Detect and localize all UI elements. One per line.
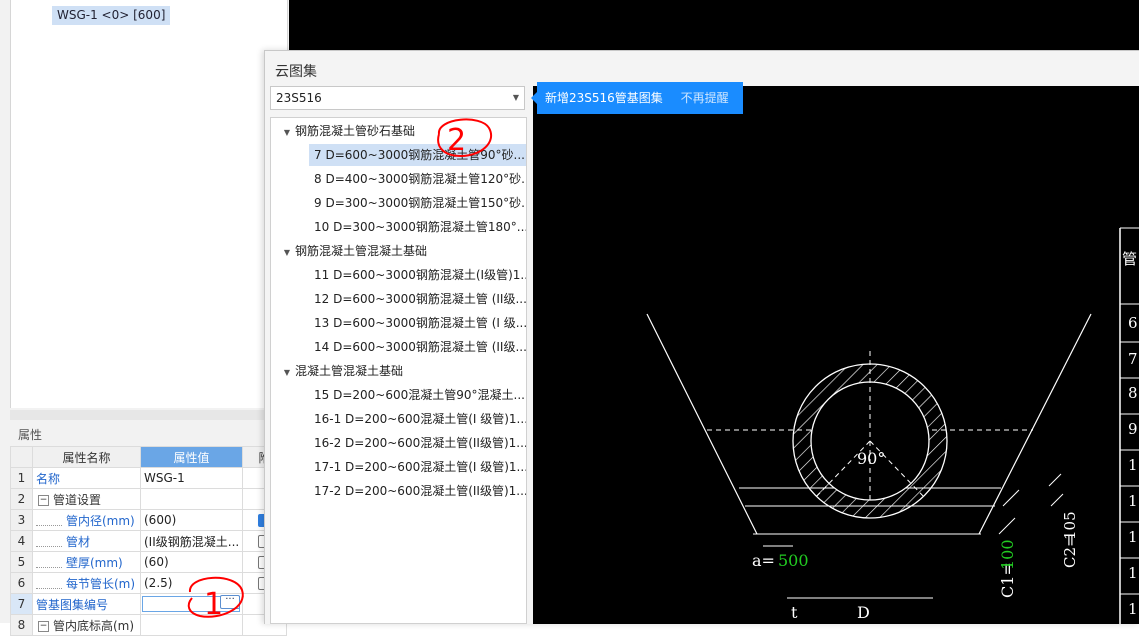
tree-item[interactable]: 11 D=600~3000钢筋混凝土(I级管)1...	[309, 264, 526, 286]
property-value[interactable]: (II级钢筋混凝土...	[140, 530, 243, 552]
expand-triangle-icon[interactable]: ▼	[281, 362, 293, 384]
property-row[interactable]: 3 管内径(mm) (600)	[10, 509, 287, 531]
tree-item[interactable]: 8 D=400~3000钢筋混凝土管120°砂...	[309, 168, 526, 190]
collapse-icon[interactable]: −	[38, 494, 49, 506]
expand-triangle-icon[interactable]: ▼	[281, 242, 293, 264]
row-number: 5	[10, 551, 33, 573]
row-number: 8	[10, 614, 33, 636]
table-cell: 7	[1128, 350, 1138, 368]
pipe-tree: WSG-1 <0> [600]	[10, 0, 288, 408]
tree-item[interactable]: 9 D=300~3000钢筋混凝土管150°砂...	[309, 192, 526, 214]
property-row[interactable]: 1 名称 WSG-1	[10, 467, 287, 489]
table-cell: 1	[1128, 600, 1138, 618]
dialog-title: 云图集	[275, 64, 317, 80]
atlas-select[interactable]: 23S516 ▼	[270, 86, 525, 110]
property-value[interactable]	[140, 488, 243, 510]
header-property-name: 属性名称	[32, 446, 141, 468]
annotation-text-2: 2	[447, 123, 466, 158]
tree-group-3[interactable]: ▼ 混凝土管混凝土基础	[271, 360, 403, 382]
annotation-mark-1: 1	[187, 576, 244, 622]
property-name: 管道设置	[53, 492, 102, 507]
collapse-icon[interactable]: −	[38, 620, 49, 632]
tree-node-wsg-1[interactable]: WSG-1 <0> [600]	[52, 6, 171, 25]
expand-triangle-icon[interactable]: ▼	[281, 122, 293, 144]
table-cell: 1	[1128, 564, 1138, 582]
tree-item[interactable]: 15 D=200~600混凝土管90°混凝土...	[309, 384, 526, 406]
table-cell: 9	[1128, 420, 1138, 438]
left-panel: WSG-1 <0> [600] 属性 属性名称 属性值 附 1 名称 WSG-1…	[0, 0, 289, 636]
property-name: 每节管长(m)	[66, 576, 136, 591]
a-value: 500	[778, 551, 809, 570]
property-name: 管内径(mm)	[66, 513, 135, 528]
property-name: 管内底标高(m)	[53, 618, 135, 633]
d-label: D	[857, 603, 870, 622]
row-number: 6	[10, 572, 33, 594]
a-label: a=	[752, 551, 775, 570]
table-cell: 1	[1128, 492, 1138, 510]
property-row[interactable]: 2 − 管道设置	[10, 488, 287, 510]
cad-background	[289, 0, 1139, 50]
property-name: 管基图集编号	[32, 593, 141, 615]
c2-value: 105	[1061, 511, 1079, 540]
tree-item[interactable]: 17-1 D=200~600混凝土管(I 级管)1...	[309, 456, 526, 478]
header-property-value: 属性值	[140, 446, 243, 468]
table-header: 管	[1122, 250, 1137, 268]
table-cell: 1	[1128, 456, 1138, 474]
atlas-tree: ▼ 钢筋混凝土管砂石基础 7 D=600~3000钢筋混凝土管90°砂... 8 …	[270, 117, 527, 624]
property-row[interactable]: 4 管材 (II级钢筋混凝土...	[10, 530, 287, 552]
tree-item[interactable]: 13 D=600~3000钢筋混凝土管 (I 级...	[309, 312, 526, 334]
properties-title: 属性	[10, 424, 286, 446]
tree-item[interactable]: 12 D=600~3000钢筋混凝土管 (II级...	[309, 288, 526, 310]
tree-group-label: 钢筋混凝土管砂石基础	[295, 124, 416, 138]
notice-text: 新增23S516管基图集	[545, 91, 663, 105]
tree-group-label: 混凝土管混凝土基础	[295, 364, 404, 378]
panel-splitter[interactable]	[10, 410, 286, 420]
cloud-atlas-dialog: 云图集 23S516 ▼ ▼ 钢筋混凝土管砂石基础 7 D=600~3000钢筋混…	[264, 50, 1139, 624]
c1-value: 100	[998, 539, 1017, 570]
tree-item[interactable]: 16-1 D=200~600混凝土管(I 级管)1...	[309, 408, 526, 430]
annotation-mark-2: 2	[437, 118, 492, 158]
cad-preview[interactable]: 90° C1= 100 C2= 105 a= 500 t D 管 6 7 8 9…	[533, 86, 1139, 624]
dont-remind-button[interactable]: 不再提醒	[681, 91, 729, 105]
new-atlas-notice: 新增23S516管基图集 不再提醒	[531, 82, 743, 114]
row-number: 1	[10, 467, 33, 489]
tree-group-1[interactable]: ▼ 钢筋混凝土管砂石基础	[271, 120, 415, 142]
tree-item[interactable]: 14 D=600~3000钢筋混凝土管 (II级...	[309, 336, 526, 358]
row-number: 4	[10, 530, 33, 552]
pipe-base-drawing: 90° C1= 100 C2= 105 a= 500 t D 管 6 7 8 9…	[646, 227, 1139, 624]
tree-item[interactable]: 17-2 D=200~600混凝土管(II级管)1...	[309, 480, 526, 502]
tree-item[interactable]: 16-2 D=200~600混凝土管(II级管)1...	[309, 432, 526, 454]
tree-item[interactable]: 10 D=300~3000钢筋混凝土管180°...	[309, 216, 526, 238]
atlas-select-value: 23S516	[276, 91, 322, 105]
row-number: 3	[10, 509, 33, 531]
property-name: 管材	[66, 534, 91, 549]
t-label: t	[791, 603, 798, 622]
chevron-down-icon: ▼	[512, 93, 519, 102]
tree-group-2[interactable]: ▼ 钢筋混凝土管混凝土基础	[271, 240, 427, 262]
property-name: 名称	[32, 467, 141, 489]
property-name: 壁厚(mm)	[66, 555, 123, 570]
properties-header-row: 属性名称 属性值 附	[10, 446, 287, 468]
table-cell: 6	[1128, 314, 1138, 332]
table-cell: 1	[1128, 528, 1138, 546]
property-value[interactable]: WSG-1	[140, 467, 243, 489]
tree-group-label: 钢筋混凝土管混凝土基础	[295, 244, 428, 258]
row-number: 2	[10, 488, 33, 510]
property-value[interactable]: (600)	[140, 509, 243, 531]
angle-label: 90°	[857, 449, 885, 468]
row-number: 7	[10, 593, 33, 615]
table-cell: 8	[1128, 384, 1138, 402]
annotation-text-1: 1	[204, 587, 223, 622]
